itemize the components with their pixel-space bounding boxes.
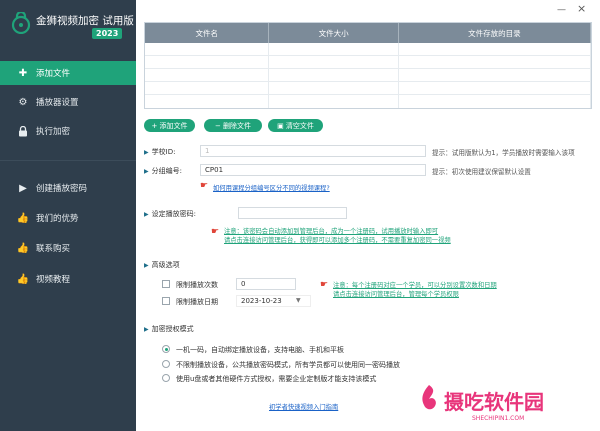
pointing-hand-icon: ☛	[200, 181, 209, 191]
mode-hardware-label: 使用u盘或者其他硬件方式授权，需要企业定制版才能支持该模式	[176, 375, 377, 383]
thumbs-up-icon: 👍	[16, 212, 30, 224]
guide-link[interactable]: 初学者快速视频入门指南	[269, 402, 338, 411]
sidebar-item-label: 添加文件	[36, 69, 71, 79]
sidebar-item-label: 视频教程	[36, 275, 71, 285]
sidebar-item-label: 执行加密	[36, 127, 71, 137]
password-note-line2[interactable]: 请点击连接访问管理后台，获得即可以添加多个注册码，不需要重复加密同一视频	[224, 236, 451, 245]
plus-icon: ✚	[18, 67, 28, 79]
limit-note-line2[interactable]: 请点击连接访问管理后台，管理每个学员权限	[333, 290, 459, 299]
school-id-hint: 提示：试用版默认为1，学员播放时需要输入该项	[432, 149, 575, 157]
table-row[interactable]	[145, 43, 591, 56]
play-circle-icon: ▶	[19, 182, 27, 194]
advanced-options-label: ▶ 高级选项	[144, 261, 180, 269]
limit-note-line1[interactable]: 注意：每个注册码对应一个学员，可以分别设置次数和日期	[333, 281, 497, 290]
file-table[interactable]: 文件名 文件大小 文件存放的目录	[144, 22, 592, 109]
watermark-text: 摄吃软件园	[444, 390, 544, 414]
sidebar-item-tutorials[interactable]: 👍 视频教程	[0, 267, 136, 291]
main-panel: — × 文件名 文件大小 文件存放的目录 + 添加文件 − 删除文件 ▣ 清空文…	[136, 0, 600, 431]
thumbs-up-icon: 👍	[16, 242, 30, 254]
gear-icon: ⚙	[18, 96, 28, 108]
password-note-line1[interactable]: 注意：该密码会自动添加到管理后台，成为一个注册码，试用播放时输入即可	[224, 227, 438, 236]
auth-mode-label: ▶ 加密授权模式	[144, 325, 194, 333]
column-header-filesize: 文件大小	[269, 23, 399, 43]
table-header: 文件名 文件大小 文件存放的目录	[145, 23, 591, 43]
mode-unlimited-label: 不限制播放设备，公共播放密码模式，所有学员都可以使用同一密码播放	[176, 361, 400, 369]
delete-file-button[interactable]: − 删除文件	[204, 119, 262, 132]
chevron-down-icon[interactable]: ▼	[296, 297, 301, 304]
watermark-logo-icon	[422, 385, 436, 410]
plus-icon: +	[151, 121, 160, 130]
thumbs-up-icon: 👍	[16, 273, 30, 285]
table-row[interactable]	[145, 82, 591, 95]
column-header-directory: 文件存放的目录	[399, 23, 591, 43]
limit-count-checkbox[interactable]	[162, 280, 170, 288]
pointing-hand-icon: ☛	[211, 227, 220, 237]
group-input[interactable]: CP01	[200, 164, 426, 176]
school-id-input[interactable]: 1	[200, 145, 426, 157]
mode-one-device-label: 一机一码，自动绑定播放设备，支持电脑、手机和平板	[176, 346, 344, 354]
group-label: ▶ 分组编号:	[144, 167, 182, 175]
clear-icon: ▣	[277, 121, 286, 130]
sidebar-item-add-file[interactable]: ✚ 添加文件	[0, 61, 136, 85]
pointing-hand-icon: ☛	[320, 280, 329, 290]
group-hint: 提示：初次使用建议保留默认设置	[432, 168, 531, 176]
column-header-filename: 文件名	[145, 23, 270, 43]
table-row[interactable]	[145, 95, 591, 108]
limit-date-checkbox[interactable]	[162, 297, 170, 305]
group-help-link[interactable]: 如何用课程分组编号区分不同的视频课程?	[213, 183, 330, 192]
minus-icon: −	[214, 121, 224, 130]
app-logo-icon	[11, 12, 31, 34]
sidebar-item-label: 播放器设置	[36, 98, 79, 108]
sidebar-item-advantages[interactable]: 👍 我们的优势	[0, 206, 136, 230]
password-label: ▶ 设定播放密码:	[144, 210, 196, 218]
close-button[interactable]: ×	[577, 2, 586, 15]
add-file-button[interactable]: + 添加文件	[144, 119, 195, 132]
clear-files-button[interactable]: ▣ 清空文件	[268, 119, 323, 132]
password-input[interactable]	[238, 207, 347, 219]
sidebar-item-encrypt[interactable]: 执行加密	[0, 119, 136, 143]
mode-hardware-radio[interactable]	[162, 374, 170, 382]
sidebar: 金狮视频加密 试用版 2023 ✚ 添加文件 ⚙ 播放器设置 执行加密 ▶ 创建…	[0, 0, 136, 431]
table-row[interactable]	[145, 69, 591, 82]
sidebar-item-player-settings[interactable]: ⚙ 播放器设置	[0, 90, 136, 114]
school-id-label: ▶ 学校ID:	[144, 148, 176, 156]
table-row[interactable]	[145, 56, 591, 69]
sidebar-item-create-password[interactable]: ▶ 创建播放密码	[0, 176, 136, 200]
sidebar-item-label: 联系购买	[36, 244, 71, 254]
minimize-button[interactable]: —	[557, 5, 566, 15]
sidebar-item-contact[interactable]: 👍 联系购买	[0, 236, 136, 260]
watermark-subtext: SHECHIPIN1.COM	[472, 415, 525, 422]
sidebar-item-label: 我们的优势	[36, 214, 79, 224]
sidebar-divider	[0, 160, 136, 161]
sidebar-item-label: 创建播放密码	[36, 184, 88, 194]
limit-count-label: 限制播放次数	[176, 281, 218, 289]
version-badge: 2023	[92, 28, 123, 39]
lock-icon	[19, 125, 27, 136]
mode-unlimited-radio[interactable]	[162, 360, 170, 368]
limit-date-label: 限制播放日期	[176, 298, 218, 306]
app-title: 金狮视频加密 试用版	[36, 15, 134, 27]
mode-one-device-radio[interactable]	[162, 345, 170, 353]
limit-count-input[interactable]: 0	[236, 278, 296, 290]
